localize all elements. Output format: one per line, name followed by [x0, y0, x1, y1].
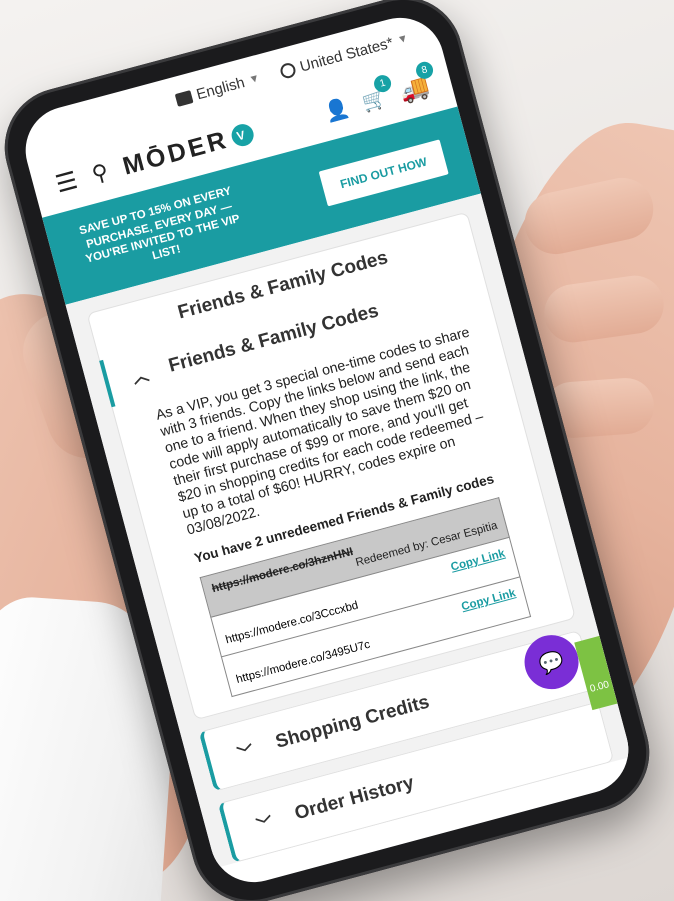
caret-down-icon: ▼ — [396, 32, 410, 47]
chevron-down-icon: ﹀ — [255, 815, 276, 836]
chevron-down-icon: ﹀ — [236, 743, 256, 765]
language-label: English — [194, 73, 247, 103]
find-out-how-button[interactable]: FIND OUT HOW — [318, 139, 449, 207]
chevron-up-icon: ︿ — [130, 366, 151, 388]
search-icon[interactable]: ⚲ — [89, 159, 111, 188]
hamburger-menu-icon[interactable]: ☰ — [52, 165, 81, 199]
rewards-value: 0.00 — [588, 679, 611, 695]
friends-family-card: Friends & Family Codes ︿ Friends & Famil… — [86, 211, 577, 721]
caret-down-icon: ▼ — [247, 71, 262, 87]
smartship-truck-icon[interactable]: 🚚 8 — [396, 59, 435, 107]
section-title: Shopping Credits — [273, 691, 432, 754]
globe-icon — [278, 60, 298, 80]
cart-icon[interactable]: 🛒 1 — [359, 72, 393, 115]
user-icon[interactable]: 👤 — [322, 95, 353, 126]
chat-bubble-icon — [174, 89, 194, 107]
vip-badge: V — [228, 121, 256, 149]
section-title: Order History — [292, 772, 417, 825]
chat-icon: 💬 — [536, 648, 567, 677]
language-selector[interactable]: English ▼ — [174, 70, 262, 109]
cart-count-badge: 1 — [372, 72, 393, 94]
truck-count-badge: 8 — [414, 59, 435, 81]
